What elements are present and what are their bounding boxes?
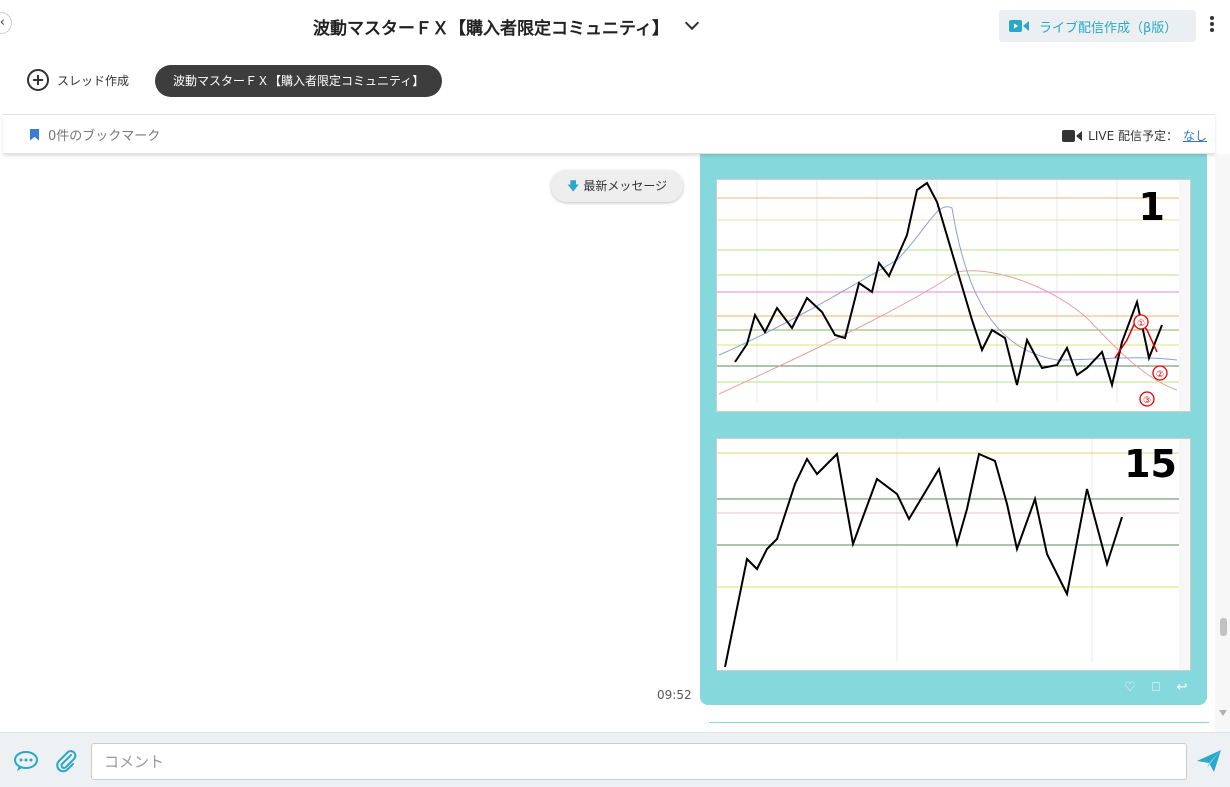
live-create-button[interactable]: ライブ配信作成（β版） xyxy=(999,10,1196,42)
live-create-label: ライブ配信作成（β版） xyxy=(1039,20,1178,36)
title-dropdown[interactable]: 波動マスターＦＸ【購入者限定コミュニティ】 xyxy=(0,0,1010,52)
send-icon[interactable] xyxy=(1196,748,1222,774)
chat-bubble-icon[interactable] xyxy=(13,750,39,772)
message-actions: ♡ ⎕ ↩ xyxy=(1123,680,1189,695)
chart-1-label: 1 xyxy=(1139,185,1165,229)
bookmark-icon xyxy=(30,128,39,141)
comment-input[interactable] xyxy=(91,743,1187,780)
live-schedule-label: LIVE 配信予定： xyxy=(1088,129,1178,143)
page-title: 波動マスターＦＸ【購入者限定コミュニティ】 xyxy=(313,18,669,39)
scroll-down-arrow[interactable] xyxy=(1219,710,1227,716)
live-schedule-link[interactable]: なし xyxy=(1183,127,1207,144)
latest-message-label: 最新メッセージ xyxy=(583,179,668,193)
heart-icon[interactable]: ♡ xyxy=(1123,680,1137,695)
message-timestamp: 09:52 xyxy=(657,688,692,702)
chart-image-1[interactable]: ① ② ③ 1 xyxy=(716,179,1191,412)
more-vertical-icon[interactable] xyxy=(1210,16,1216,36)
thread-tab-active[interactable]: 波動マスターＦＸ【購入者限定コミュニティ】 xyxy=(155,65,443,97)
bookmarks-link[interactable]: 0件のブックマーク xyxy=(30,125,160,144)
video-camera-icon xyxy=(1062,129,1083,142)
arrow-down-icon: 🡇 xyxy=(567,179,580,193)
next-message-edge xyxy=(709,722,1209,723)
composer xyxy=(0,732,1230,787)
app-window: ‹ 波動マスターＦＸ【購入者限定コミュニティ】 ライブ配信作成（β版） スレッド… xyxy=(0,0,1230,787)
wave-label-3: ③ xyxy=(1143,396,1151,406)
chevron-down-icon xyxy=(684,15,700,31)
message-list[interactable]: 🡇 最新メッセージ 09:52 ① ② ③ 1 15 ♡ ⎕ ↩ xyxy=(3,154,1215,732)
header: ‹ 波動マスターＦＸ【購入者限定コミュニティ】 ライブ配信作成（β版） xyxy=(0,0,1230,52)
bookmark-outline-icon[interactable]: ⎕ xyxy=(1149,680,1163,695)
plus-circle-icon xyxy=(27,69,49,91)
scroll-thumb[interactable] xyxy=(1220,618,1227,636)
reply-icon[interactable]: ↩ xyxy=(1175,680,1189,695)
video-camera-icon xyxy=(1009,20,1029,32)
info-bar: 0件のブックマーク LIVE 配信予定： なし xyxy=(3,114,1215,154)
wave-label-2: ② xyxy=(1156,370,1164,380)
chart-image-2[interactable]: 15 xyxy=(716,438,1191,671)
paperclip-icon[interactable] xyxy=(54,749,78,773)
create-thread-button[interactable]: スレッド作成 xyxy=(27,69,129,91)
latest-message-button[interactable]: 🡇 最新メッセージ xyxy=(551,170,684,202)
live-schedule: LIVE 配信予定： なし xyxy=(1062,127,1207,144)
create-thread-label: スレッド作成 xyxy=(57,73,130,88)
chart-2-label: 15 xyxy=(1124,442,1177,486)
bookmark-count-label: 0件のブックマーク xyxy=(48,129,161,144)
wave-label-1: ① xyxy=(1137,319,1145,329)
scrollbar[interactable] xyxy=(1215,154,1230,732)
message-bubble: ① ② ③ 1 15 ♡ ⎕ ↩ xyxy=(700,154,1207,705)
thread-bar: スレッド作成 波動マスターＦＸ【購入者限定コミュニティ】 xyxy=(0,52,1230,114)
